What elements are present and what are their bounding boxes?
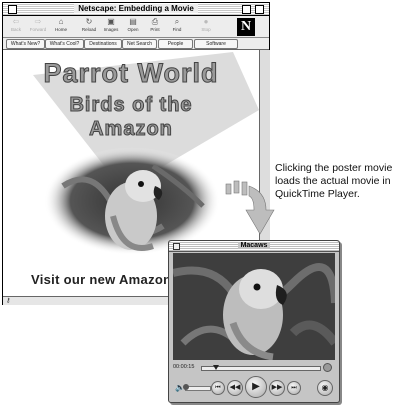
scrub-track[interactable]: [201, 365, 321, 371]
home-icon: ⌂: [58, 17, 64, 26]
open-button[interactable]: ▤ Open: [123, 17, 143, 36]
go-to-end-icon: ⏭: [291, 385, 297, 391]
caption-text: Clicking the poster movie loads the actu…: [275, 162, 393, 200]
images-icon: ▣: [107, 17, 115, 26]
netscape-title-bar[interactable]: Netscape: Embedding a Movie: [3, 3, 269, 16]
movie-frame[interactable]: [173, 253, 335, 360]
print-button[interactable]: ⎙ Print: [145, 17, 165, 36]
netscape-logo: N: [237, 18, 255, 36]
fast-forward-button[interactable]: ▶▶: [269, 380, 285, 396]
back-button[interactable]: ⇦ Back: [6, 17, 26, 36]
images-button[interactable]: ▣ Images: [101, 17, 121, 36]
zoom-box[interactable]: [242, 5, 251, 14]
go-to-end-button[interactable]: ⏭: [287, 381, 301, 395]
stop-label: Stop: [201, 27, 211, 32]
go-to-start-icon: ⏮: [215, 385, 221, 391]
timecode: 00:00:15: [173, 364, 195, 370]
people-button[interactable]: People: [158, 39, 193, 49]
window-title: Netscape: Embedding a Movie: [74, 4, 198, 13]
print-label: Print: [150, 27, 160, 32]
go-to-start-button[interactable]: ⏮: [211, 381, 225, 395]
whats-new-button[interactable]: What's New?: [6, 39, 45, 49]
find-icon: ⌕: [174, 17, 180, 26]
rewind-icon: ◀◀: [229, 384, 241, 391]
macaw-video-image: [173, 253, 335, 360]
images-label: Images: [103, 27, 119, 32]
play-icon: ▶: [252, 381, 260, 392]
playback-controls: 🔈 ⏮ ◀◀ ▶ ▶▶ ⏭ ◉: [169, 375, 339, 403]
menu-icon: ◉: [321, 383, 329, 392]
home-label: Home: [54, 27, 67, 32]
find-label: Find: [172, 27, 182, 32]
quicktime-title-bar[interactable]: Macaws: [169, 241, 339, 252]
quicktime-player-window: Macaws 00:00:15 🔈 ⏮ ◀◀ ▶ ▶▶ ⏭ ◉: [168, 240, 340, 403]
volume-knob[interactable]: [183, 384, 189, 390]
forward-label: Forward: [29, 27, 47, 32]
collapse-box[interactable]: [255, 5, 264, 14]
find-button[interactable]: ⌕ Find: [167, 17, 187, 36]
security-key-icon: ⚷: [6, 298, 11, 304]
movie-title: Macaws: [237, 242, 271, 249]
whats-cool-button[interactable]: What's Cool?: [45, 39, 84, 49]
back-label: Back: [10, 27, 21, 32]
fast-forward-icon: ▶▶: [271, 384, 283, 391]
navigation-toolbar: ⇦ Back ⇨ Forward ⌂ Home ↻ Reload ▣ Image…: [3, 16, 269, 38]
directory-buttons-bar: What's New? What's Cool? Destinations Ne…: [3, 38, 269, 50]
reload-button[interactable]: ↻ Reload: [79, 17, 99, 36]
home-button[interactable]: ⌂ Home: [51, 17, 71, 36]
callout-arrow-icon: [225, 180, 275, 235]
print-icon: ⎙: [151, 17, 159, 26]
forward-arrow-icon: ⇨: [34, 17, 42, 26]
visit-text: Visit our new Amazon: [31, 272, 172, 287]
stop-icon: ●: [203, 17, 209, 26]
reload-icon: ↻: [85, 17, 93, 26]
page-subtitle-line1: Birds of the: [69, 94, 193, 117]
rewind-button[interactable]: ◀◀: [227, 380, 243, 396]
volume-slider[interactable]: [183, 384, 211, 391]
net-search-button[interactable]: Net Search: [122, 39, 157, 49]
menu-button[interactable]: ◉: [317, 380, 333, 396]
end-marker-icon: [323, 363, 332, 372]
open-label: Open: [127, 27, 139, 32]
open-icon: ▤: [129, 17, 137, 26]
playhead[interactable]: [213, 365, 220, 370]
back-arrow-icon: ⇦: [12, 17, 20, 26]
stop-button[interactable]: ● Stop: [196, 17, 216, 36]
play-button[interactable]: ▶: [245, 376, 267, 398]
software-button[interactable]: Software: [194, 39, 238, 49]
page-subtitle-line2: Amazon: [89, 118, 173, 141]
forward-button[interactable]: ⇨ Forward: [28, 17, 48, 36]
page-title: Parrot World: [43, 58, 219, 89]
reload-label: Reload: [81, 27, 97, 32]
destinations-button[interactable]: Destinations: [84, 39, 122, 49]
time-bar: 00:00:15: [173, 363, 335, 373]
